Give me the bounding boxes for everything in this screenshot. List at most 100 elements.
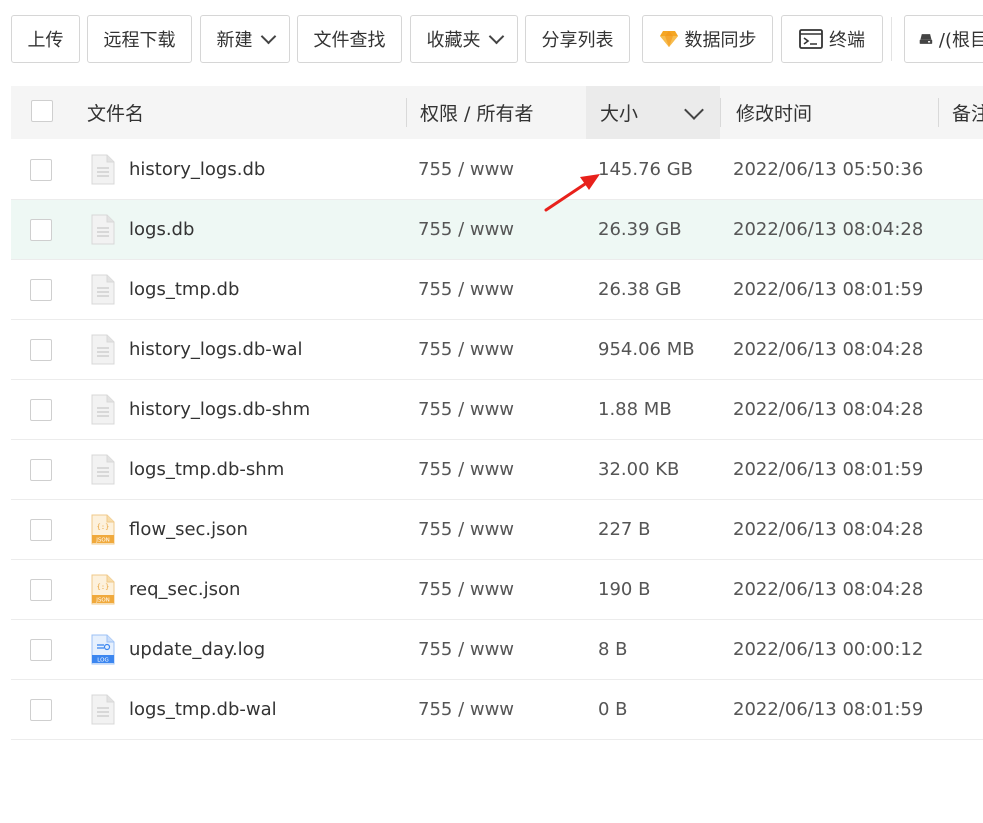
table-row[interactable]: {:} JSON flow_sec.json 755 / www 227 B 2… [11, 500, 983, 560]
file-size: 0 B [598, 699, 628, 720]
row-checkbox[interactable] [30, 399, 52, 421]
file-icon [91, 214, 115, 245]
file-modified: 2022/06/13 08:01:59 [733, 699, 924, 720]
file-name[interactable]: logs_tmp.db-shm [129, 440, 284, 499]
terminal-icon [799, 29, 823, 49]
file-name[interactable]: history_logs.db [129, 140, 265, 199]
file-permission[interactable]: 755 / www [418, 140, 514, 199]
row-checkbox[interactable] [30, 519, 52, 541]
data-sync-button[interactable]: 数据同步 [642, 15, 773, 63]
file-size: 145.76 GB [598, 159, 694, 180]
column-note[interactable]: 备注 [952, 86, 983, 139]
file-name[interactable]: history_logs.db-wal [129, 320, 303, 379]
path-button[interactable]: /(根目录) [904, 15, 983, 63]
row-checkbox[interactable] [30, 639, 52, 661]
table-header: 文件名 权限 / 所有者 大小 修改时间 备注 [11, 86, 983, 139]
terminal-button[interactable]: 终端 [781, 15, 883, 63]
column-name-label: 文件名 [87, 103, 145, 125]
row-checkbox[interactable] [30, 459, 52, 481]
table-row[interactable]: LOG update_day.log 755 / www 8 B 2022/06… [11, 620, 983, 680]
row-checkbox[interactable] [30, 339, 52, 361]
file-permission[interactable]: 755 / www [418, 500, 514, 559]
table-row[interactable]: {:} JSON req_sec.json 755 / www 190 B 20… [11, 560, 983, 620]
row-checkbox[interactable] [30, 219, 52, 241]
file-icon [91, 334, 115, 365]
file-permission[interactable]: 755 / www [418, 620, 514, 679]
new-button[interactable]: 新建 [200, 15, 290, 63]
column-permission-label: 权限 / 所有者 [420, 103, 534, 125]
file-size: 26.39 GB [598, 219, 682, 240]
select-all-checkbox[interactable] [31, 100, 53, 122]
file-permission[interactable]: 755 / www [418, 440, 514, 499]
toolbar-divider [891, 17, 892, 61]
upload-button[interactable]: 上传 [11, 15, 80, 63]
file-permission[interactable]: 755 / www [418, 380, 514, 439]
remote-download-label: 远程下载 [103, 30, 176, 51]
file-modified: 2022/06/13 05:50:36 [733, 159, 924, 180]
file-name[interactable]: logs_tmp.db-wal [129, 680, 277, 739]
file-icon [91, 694, 115, 725]
svg-text:{:}: {:} [97, 523, 110, 531]
file-permission[interactable]: 755 / www [418, 680, 514, 739]
column-divider[interactable] [720, 98, 721, 127]
column-divider[interactable] [938, 98, 939, 127]
file-icon [91, 394, 115, 425]
file-size: 26.38 GB [598, 279, 682, 300]
row-checkbox[interactable] [30, 699, 52, 721]
svg-text:JSON: JSON [95, 598, 110, 604]
annotation-arrow-icon [544, 174, 600, 212]
file-name[interactable]: logs.db [129, 200, 194, 259]
file-modified: 2022/06/13 08:04:28 [733, 579, 924, 600]
sort-descending-icon [684, 100, 704, 120]
file-modified: 2022/06/13 08:04:28 [733, 519, 924, 540]
file-modified: 2022/06/13 08:01:59 [733, 459, 924, 480]
file-modified: 2022/06/13 08:04:28 [733, 219, 924, 240]
row-checkbox[interactable] [30, 279, 52, 301]
file-search-label: 文件查找 [313, 30, 386, 51]
table-row[interactable]: logs.db 755 / www 26.39 GB 2022/06/13 08… [11, 200, 983, 260]
file-icon [91, 274, 115, 305]
file-size: 32.00 KB [598, 459, 680, 480]
file-modified: 2022/06/13 08:04:28 [733, 399, 924, 420]
json-file-icon: {:} JSON [91, 574, 115, 605]
column-permission[interactable]: 权限 / 所有者 [420, 86, 533, 139]
file-name[interactable]: history_logs.db-shm [129, 380, 310, 439]
favorites-button[interactable]: 收藏夹 [410, 15, 518, 63]
file-permission[interactable]: 755 / www [418, 200, 514, 259]
column-modified[interactable]: 修改时间 [736, 86, 812, 139]
table-row[interactable]: logs_tmp.db 755 / www 26.38 GB 2022/06/1… [11, 260, 983, 320]
table-row[interactable]: history_logs.db 755 / www 145.76 GB 2022… [11, 140, 983, 200]
diamond-icon [659, 31, 678, 47]
share-list-button[interactable]: 分享列表 [525, 15, 630, 63]
table-row[interactable]: logs_tmp.db-shm 755 / www 32.00 KB 2022/… [11, 440, 983, 500]
column-name[interactable]: 文件名 [87, 86, 144, 139]
table-row[interactable]: history_logs.db-wal 755 / www 954.06 MB … [11, 320, 983, 380]
file-size: 1.88 MB [598, 399, 672, 420]
column-note-label: 备注 [952, 103, 983, 125]
column-divider[interactable] [406, 98, 407, 127]
file-name[interactable]: logs_tmp.db [129, 260, 239, 319]
file-size: 190 B [598, 579, 651, 600]
file-permission[interactable]: 755 / www [418, 560, 514, 619]
file-permission[interactable]: 755 / www [418, 320, 514, 379]
table-row[interactable]: history_logs.db-shm 755 / www 1.88 MB 20… [11, 380, 983, 440]
remote-download-button[interactable]: 远程下载 [87, 15, 192, 63]
file-search-button[interactable]: 文件查找 [297, 15, 402, 63]
json-file-icon: {:} JSON [91, 514, 115, 545]
file-size: 8 B [598, 639, 628, 660]
file-name[interactable]: update_day.log [129, 620, 265, 679]
row-checkbox[interactable] [30, 159, 52, 181]
file-name[interactable]: req_sec.json [129, 560, 240, 619]
column-size[interactable]: 大小 [586, 86, 720, 139]
file-name[interactable]: flow_sec.json [129, 500, 248, 559]
favorites-label: 收藏夹 [426, 30, 481, 51]
terminal-label: 终端 [829, 30, 865, 51]
row-checkbox[interactable] [30, 579, 52, 601]
file-icon [91, 454, 115, 485]
svg-text:{:}: {:} [97, 583, 110, 591]
svg-text:JSON: JSON [95, 538, 110, 544]
file-size: 227 B [598, 519, 651, 540]
table-row[interactable]: logs_tmp.db-wal 755 / www 0 B 2022/06/13… [11, 680, 983, 740]
new-label: 新建 [216, 30, 253, 51]
file-permission[interactable]: 755 / www [418, 260, 514, 319]
